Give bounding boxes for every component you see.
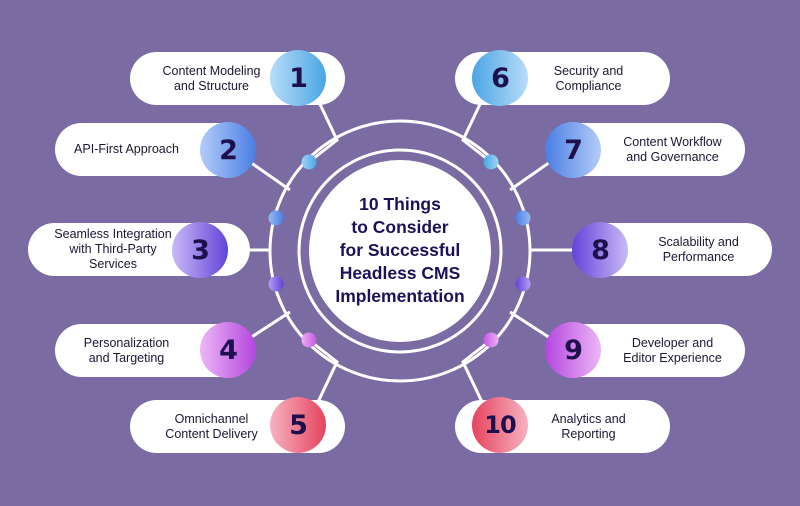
ring-dot [515,276,531,292]
item-label: Developer and Editor Experience [610,336,735,366]
item-label-line: Personalization [83,335,170,350]
item-label-line: Developer and [631,335,714,350]
item-label-line: Reporting [561,426,616,441]
item-label-line: Editor Experience [623,350,722,365]
item-label-line: Services [89,257,137,271]
item-label-line: Seamless Integration [54,227,172,241]
item-label-line: Content Workflow [623,134,722,149]
main-title: 10 Things to Consider for Successful Hea… [310,160,490,340]
ring-dot [268,276,284,292]
item-label-line: Scalability and [658,234,739,249]
item-label: Omnichannel Content Delivery [140,412,283,442]
number-badge-5: 5 [270,397,326,453]
item-label-line: Content Delivery [165,426,258,441]
item-label-line: and Governance [626,149,719,164]
number-badge-10: 10 [472,397,528,453]
item-label-line: Compliance [555,78,622,93]
item-label: Content Workflow and Governance [610,135,735,165]
number-badge-4: 4 [200,322,256,378]
item-label-line: and Targeting [88,350,165,365]
title-line: 10 Things [359,193,441,214]
item-label-line: with Third-Party [69,242,157,256]
item-label: Seamless Integration with Third-Party Serv… [38,227,188,272]
number-badge-6: 6 [472,50,528,106]
infographic: 10 Things to Consider for Successful Hea… [0,0,800,506]
ring-dot [268,210,284,226]
item-label-line: API-First Approach [74,142,179,156]
title-line: for Successful [339,239,461,260]
item-label-line: Security and [553,63,624,78]
item-label-line: Analytics and [551,411,626,426]
item-label: Content Modeling and Structure [140,64,283,94]
title-line: Implementation [335,285,465,306]
number-badge-8: 8 [572,222,628,278]
item-label-line: Omnichannel [174,411,249,426]
item-label: Scalability and Performance [635,235,762,265]
item-label-line: Performance [662,249,735,264]
title-line: to Consider [351,216,449,237]
number-badge-7: 7 [545,122,601,178]
number-badge-3: 3 [172,222,228,278]
ring-dot [515,210,531,226]
title-line: Headless CMS [339,262,461,283]
item-label: Security and Compliance [517,64,660,94]
number-badge-9: 9 [545,322,601,378]
number-badge-1: 1 [270,50,326,106]
item-label: Personalization and Targeting [65,336,188,366]
item-label-line: Content Modeling [162,63,261,78]
item-label: API-First Approach [65,142,188,157]
item-label: Analytics and Reporting [517,412,660,442]
number-badge-2: 2 [200,122,256,178]
item-label-line: and Structure [173,78,250,93]
